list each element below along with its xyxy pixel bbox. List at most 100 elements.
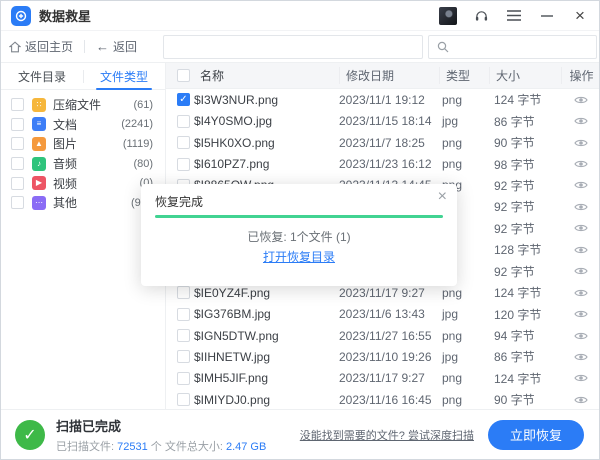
row-checkbox[interactable] <box>177 136 190 149</box>
file-date: 2023/11/15 18:14 <box>339 114 439 128</box>
recovered-count-text: 已恢复: 1个文件 (1) <box>141 228 457 245</box>
preview-eye-icon[interactable] <box>574 309 588 319</box>
file-name: $IG376BM.jpg <box>194 307 339 321</box>
category-document[interactable]: ≡文档(2241) <box>1 115 165 135</box>
file-size: 120 字节 <box>489 306 561 323</box>
open-recovery-folder-link[interactable]: 打开恢复目录 <box>141 248 457 265</box>
dialog-close-icon[interactable]: × <box>438 188 447 206</box>
preview-eye-icon[interactable] <box>574 288 588 298</box>
tab-file-directory[interactable]: 文件目录 <box>1 63 83 89</box>
back-button[interactable]: ← 返回 <box>96 38 137 55</box>
file-type: jpg <box>439 350 489 364</box>
home-label: 返回主页 <box>25 38 73 55</box>
file-name: $I3W3NUR.png <box>194 93 339 107</box>
minimize-icon[interactable] <box>538 7 556 25</box>
select-all-checkbox[interactable] <box>177 69 190 82</box>
category-label: 其他 <box>53 194 77 211</box>
row-checkbox[interactable] <box>177 372 190 385</box>
window-controls: × <box>439 7 589 25</box>
recover-now-button[interactable]: 立即恢复 <box>488 420 584 450</box>
file-name: $IMH5JIF.png <box>194 371 339 385</box>
row-checkbox[interactable]: ✓ <box>177 93 190 106</box>
app-window: 数据救星 × 返回主页 ← 返回 <box>0 0 600 460</box>
file-type: png <box>439 93 489 107</box>
category-audio[interactable]: ♪音频(80) <box>1 154 165 174</box>
row-checkbox[interactable] <box>177 308 190 321</box>
file-name: $I610PZ7.png <box>194 157 339 171</box>
row-checkbox[interactable] <box>177 393 190 406</box>
preview-eye-icon[interactable] <box>574 352 588 362</box>
table-row[interactable]: $I5HK0XO.png2023/11/7 18:25png90 字节 <box>166 132 599 153</box>
preview-eye-icon[interactable] <box>574 95 588 105</box>
table-row[interactable]: $IMH5JIF.png2023/11/17 9:27png124 字节 <box>166 368 599 389</box>
preview-eye-icon[interactable] <box>574 159 588 169</box>
file-size: 124 字节 <box>489 370 561 387</box>
scanned-count: 72531 <box>117 441 148 453</box>
preview-eye-icon[interactable] <box>574 266 588 276</box>
preview-eye-icon[interactable] <box>574 138 588 148</box>
preview-eye-icon[interactable] <box>574 180 588 190</box>
total-size: 2.47 GB <box>226 441 266 453</box>
header-size[interactable]: 大小 <box>489 67 561 84</box>
row-checkbox[interactable] <box>177 286 190 299</box>
table-row[interactable]: $IGN5DTW.png2023/11/27 16:55png94 字节 <box>166 325 599 346</box>
file-size: 98 字节 <box>489 156 561 173</box>
file-name: $IIHNETW.jpg <box>194 350 339 364</box>
category-image[interactable]: ▲图片(1119) <box>1 134 165 154</box>
file-date: 2023/11/17 9:27 <box>339 286 439 300</box>
table-header: 名称 修改日期 类型 大小 操作 <box>166 63 599 89</box>
deep-scan-link[interactable]: 没能找到需要的文件? 尝试深度扫描 <box>300 427 474 443</box>
preview-eye-icon[interactable] <box>574 373 588 383</box>
home-button[interactable]: 返回主页 <box>9 38 73 55</box>
user-avatar[interactable] <box>439 7 457 25</box>
row-checkbox[interactable] <box>177 329 190 342</box>
preview-eye-icon[interactable] <box>574 223 588 233</box>
file-name: $IE0YZ4F.png <box>194 286 339 300</box>
preview-eye-icon[interactable] <box>574 331 588 341</box>
support-headset-icon[interactable] <box>472 7 490 25</box>
file-size: 90 字节 <box>489 134 561 151</box>
table-row[interactable]: $I610PZ7.png2023/11/23 16:12png98 字节 <box>166 153 599 174</box>
search-box <box>428 35 597 59</box>
file-size: 90 字节 <box>489 391 561 408</box>
row-checkbox[interactable] <box>177 350 190 363</box>
table-row[interactable]: $IG376BM.jpg2023/11/6 13:43jpg120 字节 <box>166 303 599 324</box>
preview-eye-icon[interactable] <box>574 202 588 212</box>
toolbar-divider <box>84 40 85 53</box>
scan-complete-check-icon: ✓ <box>15 420 45 450</box>
close-icon[interactable]: × <box>571 7 589 25</box>
category-label: 图片 <box>53 135 77 152</box>
header-name[interactable]: 名称 <box>194 67 339 84</box>
app-title: 数据救星 <box>39 6 91 25</box>
category-archive[interactable]: ∷压缩文件(61) <box>1 95 165 115</box>
category-checkbox[interactable] <box>11 118 24 131</box>
back-label: 返回 <box>113 38 137 55</box>
category-checkbox[interactable] <box>11 98 24 111</box>
table-row[interactable]: $IMIYDJ0.png2023/11/16 16:45png90 字节 <box>166 389 599 410</box>
file-name: $IGN5DTW.png <box>194 329 339 343</box>
sidebar-tabs: 文件目录 文件类型 <box>1 63 165 90</box>
search-input[interactable] <box>455 40 588 54</box>
category-checkbox[interactable] <box>11 137 24 150</box>
row-checkbox[interactable] <box>177 115 190 128</box>
file-type: png <box>439 157 489 171</box>
category-checkbox[interactable] <box>11 177 24 190</box>
tab-file-type[interactable]: 文件类型 <box>83 63 165 89</box>
path-input[interactable] <box>163 35 423 59</box>
table-row[interactable]: ✓$I3W3NUR.png2023/11/1 19:12png124 字节 <box>166 89 599 110</box>
header-date[interactable]: 修改日期 <box>339 67 439 84</box>
image-icon: ▲ <box>32 137 46 151</box>
table-row[interactable]: $IIHNETW.jpg2023/11/10 19:26jpg86 字节 <box>166 346 599 367</box>
table-row[interactable]: $I4Y0SMO.jpg2023/11/15 18:14jpg86 字节 <box>166 110 599 131</box>
home-icon <box>9 41 21 53</box>
preview-eye-icon[interactable] <box>574 116 588 126</box>
category-checkbox[interactable] <box>11 196 24 209</box>
row-checkbox[interactable] <box>177 158 190 171</box>
preview-eye-icon[interactable] <box>574 395 588 405</box>
dialog-title: 恢复完成 <box>155 193 203 210</box>
menu-icon[interactable] <box>505 7 523 25</box>
file-type: jpg <box>439 114 489 128</box>
header-type[interactable]: 类型 <box>439 67 489 84</box>
category-checkbox[interactable] <box>11 157 24 170</box>
preview-eye-icon[interactable] <box>574 245 588 255</box>
